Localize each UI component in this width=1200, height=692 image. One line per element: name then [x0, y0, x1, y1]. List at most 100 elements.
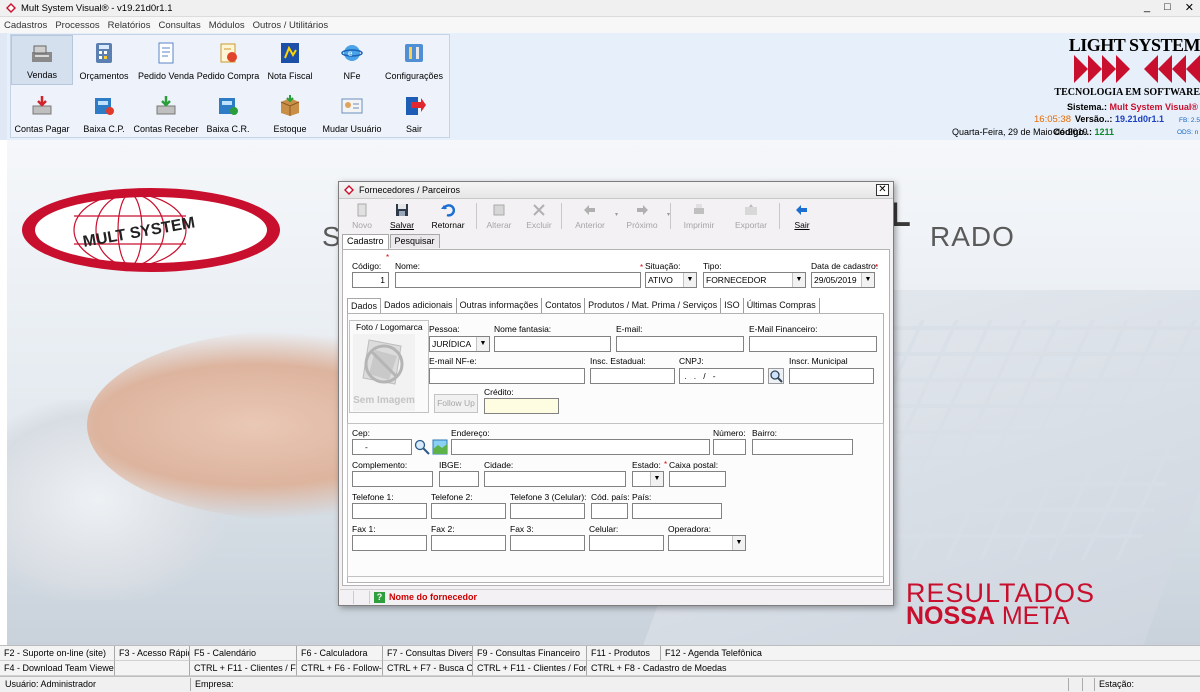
cidade-field[interactable]: [484, 471, 626, 487]
excluir-button[interactable]: Excluir: [519, 201, 559, 231]
sair-button[interactable]: Sair: [782, 201, 822, 231]
fax2-field[interactable]: [431, 535, 506, 551]
toolbar-pedido-venda-button[interactable]: Pedido Venda: [135, 35, 197, 85]
menu-processos[interactable]: Processos: [55, 20, 99, 31]
toolbar-vendas-button[interactable]: Vendas: [11, 35, 73, 85]
endereco-field[interactable]: [451, 439, 710, 455]
menu-modulos[interactable]: Módulos: [209, 20, 245, 31]
status-empresa: Empresa:: [195, 679, 234, 689]
pessoa-select[interactable]: JURÍDICA ▼: [429, 336, 490, 352]
fkey-produtos[interactable]: F11 - Produtos: [587, 646, 661, 661]
fkey-consultas-diversas[interactable]: F7 - Consultas Diversas: [383, 646, 473, 661]
follow-up-button[interactable]: Follow Up: [434, 394, 478, 413]
cep-field[interactable]: -: [352, 439, 412, 455]
ibge-field[interactable]: [439, 471, 479, 487]
fkey-ctrl-f6-followup[interactable]: CTRL + F6 - Follow-up: [297, 661, 383, 676]
fkey-calendario[interactable]: F5 - Calendário: [190, 646, 297, 661]
fkey-ctrl-f11-clientes[interactable]: CTRL + F11 - Clientes / Fornecedores: [190, 661, 297, 676]
retornar-button[interactable]: Retornar: [422, 201, 474, 231]
close-window-button[interactable]: ✕: [1185, 1, 1194, 14]
fax1-field[interactable]: [352, 535, 427, 551]
subtab-ultimas-compras[interactable]: Últimas Compras: [744, 298, 820, 313]
email-nfe-field[interactable]: [429, 368, 585, 384]
toolbar-configuracoes-button[interactable]: Configurações: [383, 35, 445, 85]
cnpj-search-button[interactable]: [768, 368, 784, 384]
subtab-iso[interactable]: ISO: [721, 298, 744, 313]
situacao-select[interactable]: ATIVO ▼: [645, 272, 697, 288]
tipo-select[interactable]: FORNECEDOR ▼: [703, 272, 806, 288]
numero-field[interactable]: [713, 439, 746, 455]
fkey-calculadora[interactable]: F6 - Calculadora: [297, 646, 383, 661]
celular-field[interactable]: [589, 535, 664, 551]
telefone3-field[interactable]: [510, 503, 585, 519]
caixa-postal-field[interactable]: [669, 471, 726, 487]
pais-field[interactable]: [632, 503, 722, 519]
operadora-select[interactable]: ▼: [668, 535, 746, 551]
menu-relatorios[interactable]: Relatórios: [108, 20, 151, 31]
toolbar-sair-button[interactable]: Sair: [383, 88, 445, 138]
fkey-consultas-financeiro[interactable]: F9 - Consultas Financeiro: [473, 646, 587, 661]
minimize-button[interactable]: _: [1144, 1, 1150, 14]
nome-field[interactable]: [395, 272, 641, 288]
toolbar-baixa-cp-button[interactable]: Baixa C.P.: [73, 88, 135, 138]
write-off-payable-icon: [95, 98, 114, 115]
maximize-button[interactable]: □: [1164, 1, 1171, 14]
salvar-button[interactable]: Salvar: [382, 201, 422, 231]
toolbar-orcamentos-button[interactable]: Orçamentos: [73, 35, 135, 85]
menu-outros[interactable]: Outros / Utilitários: [253, 20, 329, 31]
cod-pais-field[interactable]: [591, 503, 628, 519]
subtab-contatos[interactable]: Contatos: [542, 298, 586, 313]
novo-button[interactable]: Novo: [342, 201, 382, 231]
estado-select[interactable]: ▼: [632, 471, 664, 487]
dialog-close-button[interactable]: ✕: [876, 184, 889, 196]
tab-cadastro[interactable]: Cadastro: [342, 234, 389, 249]
insc-estadual-field[interactable]: [590, 368, 675, 384]
toolbar-baixa-cr-button[interactable]: Baixa C.R.: [197, 88, 259, 138]
fkey-team-viewer[interactable]: F4 - Download Team Viewer: [0, 661, 115, 676]
exportar-button[interactable]: Exportar: [725, 201, 777, 231]
toolbar-pedido-compra-button[interactable]: Pedido Compra: [197, 35, 259, 85]
credito-field[interactable]: [484, 398, 559, 414]
bairro-field[interactable]: [752, 439, 853, 455]
subtab-produtos[interactable]: Produtos / Mat. Prima / Serviços: [585, 298, 722, 313]
toolbar-contas-pagar-button[interactable]: Contas Pagar: [11, 88, 73, 138]
codigo-field[interactable]: 1: [352, 272, 389, 288]
toolbar-contas-receber-button[interactable]: Contas Receber: [133, 88, 199, 138]
anterior-button[interactable]: Anterior ▾: [564, 201, 618, 231]
subtab-dados-adicionais[interactable]: Dados adicionais: [381, 298, 457, 313]
fkey-suporte[interactable]: F2 - Suporte on-line (site): [0, 646, 115, 661]
photo-placeholder[interactable]: Sem Imagem: [353, 334, 415, 411]
telefone1-field[interactable]: [352, 503, 427, 519]
toolbar-nota-fiscal-button[interactable]: Nota Fiscal: [259, 35, 321, 85]
fkey-acesso-rapido[interactable]: F3 - Acesso Rápido: [115, 646, 190, 661]
cnpj-field[interactable]: . . / -: [679, 368, 764, 384]
telefone2-field[interactable]: [431, 503, 506, 519]
proximo-button[interactable]: Próximo ▾: [616, 201, 670, 231]
email-field[interactable]: [616, 336, 744, 352]
email-financeiro-field[interactable]: [749, 336, 877, 352]
data-cadastro-field[interactable]: 29/05/2019 ▼: [811, 272, 875, 288]
nome-fantasia-field[interactable]: [494, 336, 611, 352]
calculator-icon: [96, 43, 112, 63]
complemento-field[interactable]: [352, 471, 433, 487]
purchase-order-icon: [220, 43, 237, 63]
imprimir-button[interactable]: Imprimir: [673, 201, 725, 231]
brand-codigo-value: 1211: [1094, 127, 1114, 137]
menu-consultas[interactable]: Consultas: [158, 20, 200, 31]
subtab-dados[interactable]: Dados: [347, 298, 382, 313]
fax3-field[interactable]: [510, 535, 585, 551]
subtab-outras-informacoes[interactable]: Outras informações: [457, 298, 543, 313]
map-button[interactable]: [432, 439, 448, 455]
toolbar-nfe-button[interactable]: e NFe: [321, 35, 383, 85]
inscr-municipal-field[interactable]: [789, 368, 874, 384]
cep-search-button[interactable]: [414, 439, 430, 455]
menu-cadastros[interactable]: Cadastros: [4, 20, 47, 31]
fkey-agenda[interactable]: F12 - Agenda Telefônica: [661, 646, 1200, 661]
alterar-button[interactable]: Alterar: [479, 201, 519, 231]
fkey-ctrl-f11-fornec[interactable]: CTRL + F11 - Clientes / Fornec.: [473, 661, 587, 676]
fkey-ctrl-f8-moedas[interactable]: CTRL + F8 - Cadastro de Moedas: [587, 661, 1200, 676]
tab-pesquisar[interactable]: Pesquisar: [389, 234, 440, 248]
toolbar-estoque-button[interactable]: Estoque: [259, 88, 321, 138]
toolbar-mudar-usuario-button[interactable]: Mudar Usuário: [321, 88, 383, 138]
fkey-ctrl-f7-cep[interactable]: CTRL + F7 - Busca CEP: [383, 661, 473, 676]
